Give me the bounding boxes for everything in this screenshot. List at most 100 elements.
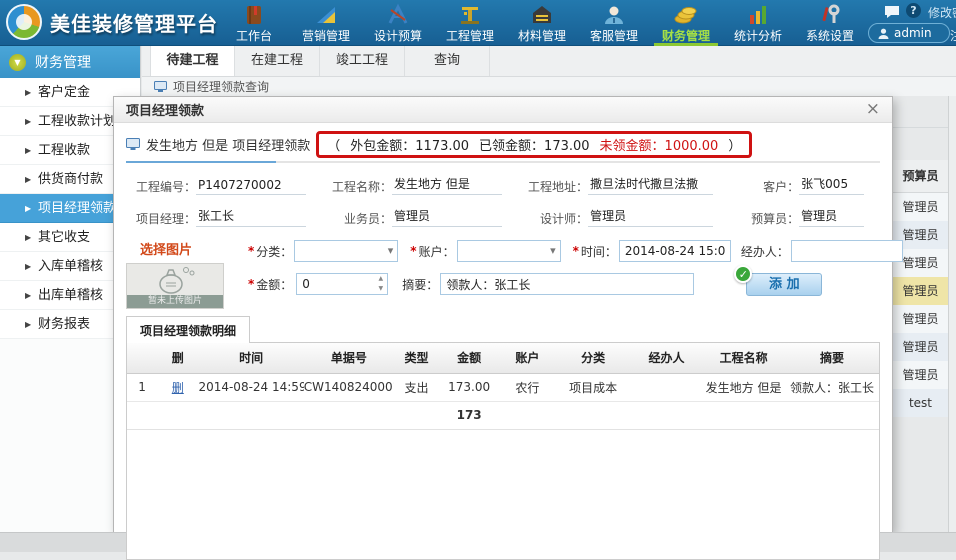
memo-input[interactable] (440, 273, 694, 295)
sidebar-title: 财务管理 (35, 52, 91, 72)
table-row[interactable]: 管理员 (893, 333, 948, 361)
close-icon[interactable]: × (866, 101, 880, 118)
nav-item-project-mgmt[interactable]: 工程管理 (434, 0, 506, 46)
breadcrumb-label: 项目经理领款查询 (173, 78, 269, 95)
detail-table-container: 删 时间 单据号 类型 金额 账户 分类 经办人 工程名称 摘要 (126, 342, 880, 560)
add-button[interactable]: ✓ 添 加 (746, 273, 822, 296)
coins-icon (650, 1, 722, 29)
handler-input[interactable] (791, 240, 903, 262)
outsourced-amount: 外包金额：1173.00 (350, 135, 469, 154)
step-down-icon[interactable]: ▼ (375, 285, 386, 293)
col-doc-number: 单据号 (304, 343, 394, 373)
col-type: 类型 (394, 343, 439, 373)
nav-item-finance[interactable]: 财务管理 (650, 0, 722, 46)
nav-item-marketing[interactable]: 营销管理 (290, 0, 362, 46)
customer-value: 张飞005 (799, 175, 864, 195)
col-account: 账户 (499, 343, 555, 373)
customer-label: 客户： (729, 178, 799, 195)
project-address-value: 撒旦法时代撒旦法撒 (588, 175, 713, 195)
category-select[interactable] (294, 240, 398, 262)
table-row[interactable]: test (893, 389, 948, 417)
tools-icon (794, 1, 866, 29)
nav-item-settings[interactable]: 系统设置 (794, 0, 866, 46)
project-code-value: P1407270002 (196, 178, 306, 195)
table-row[interactable]: 管理员 (893, 361, 948, 389)
category-label: 分类： (256, 243, 292, 260)
tab-pending-projects[interactable]: 待建工程 (150, 46, 235, 76)
user-icon (878, 26, 889, 40)
construction-icon (434, 1, 506, 29)
budgeter-label: 预算员： (729, 210, 799, 227)
cell-memo: 领款人：张工长 (785, 373, 879, 401)
design-tools-icon (362, 1, 434, 29)
project-info-grid: 工程编号：P1407270002 工程名称：发生地方 但是 工程地址：撒旦法时代… (126, 175, 880, 227)
cell-project-name: 发生地方 但是 (702, 373, 785, 401)
project-manager-label: 项目经理： (126, 210, 196, 227)
sidebar-header[interactable]: ▼ 财务管理 (0, 46, 140, 78)
money-bag-icon (153, 264, 197, 296)
section-divider (126, 161, 880, 163)
bar-chart-icon (722, 1, 794, 29)
amount-stepper[interactable]: ▲▼ (375, 275, 386, 293)
change-password-link[interactable]: 修改密码 (928, 4, 956, 21)
message-icon[interactable] (884, 4, 900, 19)
breadcrumb: 项目经理领款查询 (142, 77, 956, 96)
cell-type: 支出 (394, 373, 439, 401)
top-nav-bar: 美佳装修管理平台 工作台 营销管理 设计预算 工程管理 材料管理 客服管理 (0, 0, 956, 46)
chevron-down-icon[interactable]: ▼ (9, 54, 26, 71)
paren-open: （ (327, 135, 340, 154)
nav-item-materials[interactable]: 材料管理 (506, 0, 578, 46)
handler-label: 经办人： (741, 243, 789, 260)
withdrawal-detail-section: 项目经理领款明细 删 时间 单据号 类型 (126, 315, 880, 560)
dialog-body: 发生地方 但是 项目经理领款 （ 外包金额：1173.00 已领金额：173.0… (114, 123, 892, 532)
memo-label: 摘要： (402, 276, 438, 293)
withdrawal-form: 选择图片 暂未上传图片 * 分类： * 账户： * 时间： 经办人： (126, 239, 880, 313)
tab-inprogress-projects[interactable]: 在建工程 (235, 46, 320, 76)
monitor-icon (154, 80, 167, 94)
unclaimed-amount: 未领金额：1000.00 (600, 135, 719, 154)
delete-link[interactable]: 删 (172, 381, 184, 395)
col-project-name: 工程名称 (702, 343, 785, 373)
admin-user-button[interactable]: admin (868, 23, 950, 43)
project-manager-value: 张工长 (196, 207, 306, 227)
tab-completed-projects[interactable]: 竣工工程 (320, 46, 405, 76)
cell-index: 1 (127, 373, 157, 401)
nav-item-workbench[interactable]: 工作台 (218, 0, 290, 46)
detail-tab[interactable]: 项目经理领款明细 (126, 316, 250, 343)
image-placeholder[interactable]: 暂未上传图片 (126, 263, 224, 309)
scrollbar[interactable] (948, 96, 956, 532)
amount-label: 金额： (256, 276, 292, 293)
nav-item-statistics[interactable]: 统计分析 (722, 0, 794, 46)
step-up-icon[interactable]: ▲ (375, 275, 386, 283)
monitor-icon (126, 137, 140, 152)
logout-link[interactable]: 注销 (950, 27, 956, 44)
nav-item-design-budget[interactable]: 设计预算 (362, 0, 434, 46)
project-summary-row: 发生地方 但是 项目经理领款 （ 外包金额：1173.00 已领金额：173.0… (126, 131, 880, 157)
choose-image-button[interactable]: 选择图片 (140, 239, 228, 258)
budgeter-value: 管理员 (799, 207, 864, 227)
designer-label: 设计师： (518, 210, 588, 227)
total-amount: 173 (439, 401, 499, 429)
col-amount: 金额 (439, 343, 499, 373)
check-icon: ✓ (734, 265, 752, 283)
col-index (127, 343, 157, 373)
table-row[interactable]: 管理员 (893, 193, 948, 221)
app-title: 美佳装修管理平台 (50, 8, 218, 37)
app-logo: 美佳装修管理平台 (6, 4, 218, 40)
project-name-label: 工程名称： (322, 178, 392, 195)
project-state-tabs: 待建工程 在建工程 竣工工程 查询 (142, 46, 956, 77)
tab-query[interactable]: 查询 (405, 46, 490, 76)
col-time: 时间 (198, 343, 303, 373)
logo-icon (6, 4, 42, 40)
help-icon[interactable]: ? (906, 3, 921, 18)
salesperson-value: 管理员 (392, 207, 502, 227)
received-amount: 已领金额：173.00 (479, 135, 590, 154)
cell-time: 2014-08-24 14:59 (198, 373, 303, 401)
time-input[interactable] (619, 240, 731, 262)
background-column-header: 预算员 (893, 160, 948, 193)
cell-amount: 173.00 (439, 373, 499, 401)
notebook-icon (218, 1, 290, 29)
nav-item-customer-service[interactable]: 客服管理 (578, 0, 650, 46)
cell-category: 项目成本 (556, 373, 631, 401)
account-select[interactable] (457, 240, 561, 262)
